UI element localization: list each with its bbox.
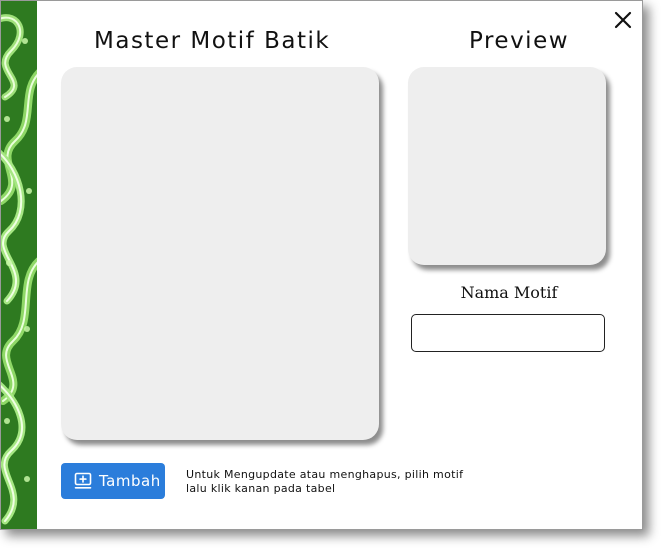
help-text: Untuk Mengupdate atau menghapus, pilih m… <box>186 468 486 496</box>
help-text-line-2: lalu klik kanan pada tabel <box>186 482 336 495</box>
close-button[interactable] <box>612 9 634 31</box>
add-button[interactable]: Tambah <box>61 463 165 499</box>
preview-image <box>408 67 606 265</box>
batik-pattern-strip <box>1 1 37 529</box>
add-button-label: Tambah <box>99 472 161 490</box>
motif-table[interactable] <box>61 67 379 440</box>
close-icon <box>614 11 632 29</box>
name-field[interactable] <box>411 314 605 352</box>
name-label: Nama Motif <box>460 283 558 302</box>
page-title: Master Motif Batik <box>94 28 331 54</box>
preview-title: Preview <box>469 28 570 54</box>
dialog-window: Master Motif Batik Preview Nama Motif Ta… <box>0 0 643 530</box>
add-box-icon <box>74 472 92 489</box>
help-text-line-1: Untuk Mengupdate atau menghapus, pilih m… <box>186 468 464 481</box>
